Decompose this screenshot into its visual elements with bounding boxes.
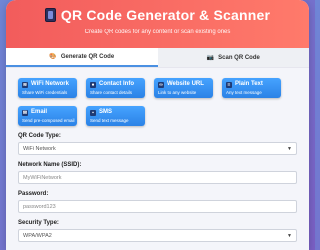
password-input[interactable]: password123: [18, 200, 297, 213]
type-label: SMS: [99, 109, 113, 115]
type-description: Share WiFi credentials: [22, 90, 68, 95]
type-label: Website URL: [167, 81, 204, 87]
qr-type-label: QR Code Type:: [18, 133, 61, 139]
sms-icon: ▪: [90, 109, 96, 116]
type-description: Any text message: [226, 90, 262, 95]
app-card: QR Code Generator & Scanner Create QR co…: [6, 0, 309, 250]
palette-icon: 🎨: [49, 54, 57, 60]
email-icon: ✉: [22, 109, 28, 116]
tab-generate[interactable]: 🎨 Generate QR Code: [6, 48, 158, 67]
tab-generate-label: Generate QR Code: [60, 53, 115, 60]
type-label: WiFi Network: [31, 81, 69, 87]
ssid-input[interactable]: MyWiFiNetwork: [18, 171, 297, 184]
type-label: Contact Info: [99, 81, 134, 87]
chevron-down-icon: ▼: [287, 232, 292, 239]
wifi-icon: ≋: [22, 81, 28, 88]
link-icon: ∞: [158, 81, 164, 88]
qr-type-value: WiFi Network: [23, 145, 56, 152]
tab-bar: 🎨 Generate QR Code 📷 Scan QR Code: [6, 48, 309, 68]
security-field: Security Type: WPA/WPA2 ▼: [18, 220, 297, 242]
type-button-email[interactable]: ✉ Email Send pre-composed email: [18, 106, 77, 126]
type-button-contact[interactable]: ● Contact Info Share contact details: [86, 78, 145, 98]
contact-icon: ●: [90, 81, 96, 88]
password-field: Password: password123: [18, 191, 297, 213]
type-button-text[interactable]: ≡ Plain Text Any text message: [222, 78, 281, 98]
type-button-sms[interactable]: ▪ SMS Send text message: [86, 106, 145, 126]
password-label: Password:: [18, 191, 49, 197]
type-button-wifi[interactable]: ≋ WiFi Network Share WiFi credentials: [18, 78, 77, 98]
ssid-label: Network Name (SSID):: [18, 162, 82, 168]
type-description: Send pre-composed email: [22, 118, 75, 123]
password-placeholder: password123: [23, 203, 56, 210]
chevron-down-icon: ▼: [287, 145, 292, 152]
qr-type-grid: ≋ WiFi Network Share WiFi credentials ● Co…: [18, 78, 297, 126]
type-button-url[interactable]: ∞ Website URL Link to any website: [154, 78, 213, 98]
generate-panel: ≋ WiFi Network Share WiFi credentials ● Co…: [6, 68, 309, 250]
security-select[interactable]: WPA/WPA2 ▼: [18, 229, 297, 242]
app-header: QR Code Generator & Scanner Create QR co…: [6, 0, 309, 48]
app-subtitle: Create QR codes for any content or scan …: [84, 29, 231, 35]
mobile-phone-icon: [44, 8, 56, 22]
type-description: Share contact details: [90, 90, 133, 95]
qr-type-select[interactable]: WiFi Network ▼: [18, 142, 297, 155]
security-value: WPA/WPA2: [23, 232, 52, 239]
qr-type-field: QR Code Type: WiFi Network ▼: [18, 133, 297, 155]
camera-icon: 📷: [206, 55, 215, 61]
ssid-field: Network Name (SSID): MyWiFiNetwork: [18, 162, 297, 184]
type-description: Link to any website: [158, 90, 197, 95]
text-icon: ≡: [226, 81, 232, 88]
page-title: QR Code Generator & Scanner: [6, 7, 309, 23]
security-label: Security Type:: [18, 220, 59, 226]
tab-scan[interactable]: 📷 Scan QR Code: [157, 48, 309, 67]
app-title: QR Code Generator & Scanner: [60, 7, 271, 23]
type-label: Plain Text: [235, 81, 263, 87]
type-label: Email: [31, 109, 48, 115]
type-description: Send text message: [90, 118, 129, 123]
tab-scan-label: Scan QR Code: [218, 54, 260, 61]
ssid-placeholder: MyWiFiNetwork: [23, 174, 62, 181]
